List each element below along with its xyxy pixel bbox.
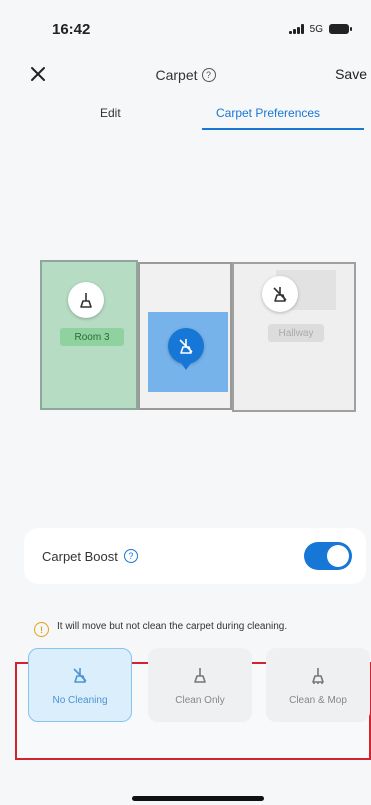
active-tab-indicator xyxy=(202,128,364,130)
carpet-boost-label: Carpet Boost ? xyxy=(42,549,138,564)
home-indicator[interactable] xyxy=(132,796,264,801)
signal-icon xyxy=(288,24,304,34)
network-label: 5G xyxy=(309,23,323,35)
status-bar: 16:42 5G xyxy=(0,0,371,58)
tab-carpet-preferences[interactable]: Carpet Preferences xyxy=(216,106,320,120)
no-clean-icon xyxy=(273,287,287,302)
close-button[interactable] xyxy=(26,62,50,86)
tab-edit[interactable]: Edit xyxy=(100,106,121,120)
room-right-label: Hallway xyxy=(268,324,324,342)
status-icons: 5G xyxy=(288,23,352,35)
no-clean-icon xyxy=(73,667,87,683)
mop-icon xyxy=(312,667,324,684)
no-clean-icon xyxy=(179,339,193,354)
help-icon[interactable]: ? xyxy=(201,68,216,82)
floor-map[interactable]: Room 3 Hallway xyxy=(0,240,371,430)
mop-icon xyxy=(80,293,92,308)
cleaning-note: ! It will move but not clean the carpet … xyxy=(34,620,344,637)
save-button[interactable]: Save xyxy=(335,66,367,82)
note-text: It will move but not clean the carpet du… xyxy=(57,621,288,632)
room-right-pin[interactable] xyxy=(262,276,298,312)
page-title: Carpet ? xyxy=(155,67,216,83)
carpet-boost-help-icon[interactable]: ? xyxy=(123,549,138,563)
toggle-knob xyxy=(327,545,349,567)
room-3-pin[interactable] xyxy=(68,282,104,318)
title-text: Carpet xyxy=(155,67,198,83)
close-icon xyxy=(31,67,45,81)
option-clean-only[interactable]: Clean Only xyxy=(148,648,252,722)
option-no-cleaning[interactable]: No Cleaning xyxy=(28,648,132,722)
room-3-label: Room 3 xyxy=(60,328,124,346)
info-warning-icon: ! xyxy=(34,622,49,637)
carpet-boost-text: Carpet Boost xyxy=(42,548,118,564)
carpet-boost-toggle[interactable] xyxy=(304,542,352,570)
tab-bar: Edit Carpet Preferences xyxy=(0,100,371,134)
battery-icon xyxy=(329,24,352,34)
selected-area-pin[interactable] xyxy=(168,328,204,370)
option-label: Clean Only xyxy=(175,694,225,706)
option-label: No Cleaning xyxy=(52,694,108,706)
vacuum-icon xyxy=(194,667,206,683)
header: Carpet ? Save xyxy=(0,58,371,92)
option-clean-and-mop[interactable]: Clean & Mop xyxy=(266,648,370,722)
option-label: Clean & Mop xyxy=(289,694,347,706)
carpet-boost-card: Carpet Boost ? xyxy=(24,528,366,584)
status-time: 16:42 xyxy=(52,20,91,38)
